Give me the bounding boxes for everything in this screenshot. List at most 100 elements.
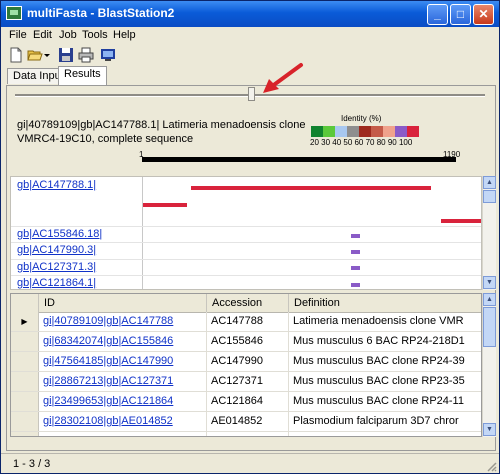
hit-label[interactable]: gb|AC147990.3|	[17, 244, 96, 256]
cell-accession: AC121864	[207, 392, 289, 411]
hit-alignment-bar[interactable]	[191, 186, 431, 190]
table-row[interactable]: gi|47564185|gb|AC147990 AC147990 Mus muscu…	[11, 352, 481, 372]
red-arrow-annotation	[263, 63, 303, 93]
cell-definition: Mus musculus BAC clone RP24-39	[289, 352, 481, 371]
legend-swatch	[359, 126, 371, 137]
hit-label[interactable]: gb|AC127371.3|	[17, 261, 96, 273]
menu-file[interactable]: File	[9, 29, 27, 41]
scroll-down-button[interactable]: ▼	[483, 276, 496, 289]
cell-definition: Mus musculus BAC clone RP24-11	[289, 392, 481, 411]
close-button[interactable]: ✕	[473, 4, 494, 25]
table-row[interactable]: ▶ gi|40789109|gb|AC147788 AC147788 Latimeri…	[11, 312, 481, 332]
tab-results[interactable]: Results	[58, 66, 107, 85]
save-icon[interactable]	[58, 47, 74, 63]
hit-alignment-bar[interactable]	[351, 250, 360, 254]
print-icon[interactable]	[78, 47, 94, 63]
hit-alignment-bar[interactable]	[351, 234, 360, 238]
column-header-definition[interactable]: Definition	[289, 294, 481, 312]
current-row-indicator-icon[interactable]: ▶	[11, 312, 39, 331]
cell-id[interactable]: gi|10045281|emb|AL13614	[39, 432, 207, 436]
legend-swatch	[335, 126, 347, 137]
menu-tools[interactable]: Tools	[82, 29, 108, 41]
open-icon[interactable]	[27, 47, 43, 63]
cell-definition: Mus musculus 6 BAC RP24-218D1	[289, 332, 481, 351]
hit-alignment-bar[interactable]	[143, 203, 187, 207]
new-icon[interactable]	[8, 47, 24, 63]
legend-swatch	[371, 126, 383, 137]
cell-id[interactable]: gi|28867213|gb|AC127371	[39, 372, 207, 391]
status-text: 1 - 3 / 3	[13, 458, 51, 470]
app-icon	[6, 6, 22, 20]
legend-swatch	[407, 126, 419, 137]
status-bar: 1 - 3 / 3	[1, 453, 499, 473]
cell-definition: Latimeria menadoensis clone VMR	[289, 312, 481, 331]
find-icon[interactable]	[100, 47, 116, 63]
results-table: ID Accession Definition ▶ gi|40789109|gb|…	[10, 293, 482, 437]
legend-labels: 20 30 40 50 60 70 80 90 100	[310, 138, 413, 147]
cell-accession: AC155846	[207, 332, 289, 351]
minimize-button[interactable]: _	[427, 4, 448, 25]
hit-graphic-panel: gb|AC147788.1| gb|AC155846.18| gb|AC1479…	[10, 176, 482, 290]
scroll-thumb[interactable]	[483, 307, 496, 347]
maximize-button[interactable]: □	[450, 4, 471, 25]
scroll-thumb[interactable]	[483, 190, 496, 203]
hit-alignment-bar[interactable]	[351, 283, 360, 287]
hit-label[interactable]: gb|AC147788.1|	[17, 179, 96, 191]
cell-definition: Mus musculus BAC clone RP23-35	[289, 372, 481, 391]
row-header-corner	[11, 294, 39, 312]
hit-panel-scrollbar[interactable]: ▲ ▼	[482, 176, 496, 290]
column-header-id[interactable]: ID	[39, 294, 207, 312]
table-row[interactable]: gi|68342074|gb|AC155846 AC155846 Mus muscu…	[11, 332, 481, 352]
cell-definition: Human DNA sequence from clone	[289, 432, 481, 436]
slider-thumb[interactable]	[248, 87, 255, 101]
hit-alignment-bar[interactable]	[351, 266, 360, 270]
scroll-down-button[interactable]: ▼	[483, 423, 496, 436]
hit-alignment-bar[interactable]	[441, 219, 481, 223]
cell-id[interactable]: gi|40789109|gb|AC147788	[39, 312, 207, 331]
table-row[interactable]: gi|10045281|emb|AL13614AL136147Human DNA…	[11, 432, 481, 436]
app-window: multiFasta - BlastStation2 _ □ ✕ File Ed…	[0, 0, 500, 474]
row-header[interactable]	[11, 352, 39, 371]
cell-accession: AE014852	[207, 412, 289, 431]
open-dropdown-icon[interactable]	[43, 47, 51, 63]
legend-swatch	[383, 126, 395, 137]
scroll-up-button[interactable]: ▲	[483, 176, 496, 189]
row-header[interactable]	[11, 412, 39, 431]
hit-row-separator	[11, 259, 481, 260]
hit-row-separator	[11, 275, 481, 276]
sequence-description: gi|40789109|gb|AC147788.1| Latimeria men…	[17, 119, 306, 145]
hit-label[interactable]: gb|AC155846.18|	[17, 228, 102, 240]
legend-color-scale	[311, 126, 419, 137]
cell-accession: AL136147	[207, 432, 289, 436]
legend-title: Identity (%)	[341, 114, 382, 123]
row-header[interactable]	[11, 372, 39, 391]
window-title: multiFasta - BlastStation2	[27, 6, 175, 20]
column-header-accession[interactable]: Accession	[207, 294, 289, 312]
hit-row-separator	[11, 242, 481, 243]
resize-grip-icon[interactable]	[485, 460, 497, 472]
table-row[interactable]: gi|23499653|gb|AC121864 AC121864 Mus muscu…	[11, 392, 481, 412]
table-row[interactable]: gi|28302108|gb|AE014852 AE014852 Plasmodiu…	[11, 412, 481, 432]
row-header[interactable]	[11, 332, 39, 351]
tab-strip: Data Input Results	[1, 66, 499, 85]
legend-swatch	[395, 126, 407, 137]
cell-id[interactable]: gi|47564185|gb|AC147990	[39, 352, 207, 371]
legend-swatch	[323, 126, 335, 137]
cell-id[interactable]: gi|68342074|gb|AC155846	[39, 332, 207, 351]
table-scrollbar[interactable]: ▲ ▼	[482, 293, 496, 437]
cell-id[interactable]: gi|23499653|gb|AC121864	[39, 392, 207, 411]
row-header[interactable]	[11, 392, 39, 411]
query-ruler-bar	[142, 157, 456, 162]
menu-job[interactable]: Job	[59, 29, 77, 41]
title-bar[interactable]: multiFasta - BlastStation2 _ □ ✕	[1, 1, 499, 27]
hit-label[interactable]: gb|AC121864.1|	[17, 277, 96, 289]
cell-id[interactable]: gi|28302108|gb|AE014852	[39, 412, 207, 431]
scroll-up-button[interactable]: ▲	[483, 293, 496, 306]
menu-bar: File Edit Job Tools Help	[1, 27, 499, 45]
row-header[interactable]	[11, 432, 39, 436]
hit-row-separator	[11, 226, 481, 227]
table-row[interactable]: gi|28867213|gb|AC127371 AC127371 Mus muscu…	[11, 372, 481, 392]
menu-help[interactable]: Help	[113, 29, 136, 41]
table-header: ID Accession Definition	[11, 294, 481, 313]
menu-edit[interactable]: Edit	[33, 29, 52, 41]
